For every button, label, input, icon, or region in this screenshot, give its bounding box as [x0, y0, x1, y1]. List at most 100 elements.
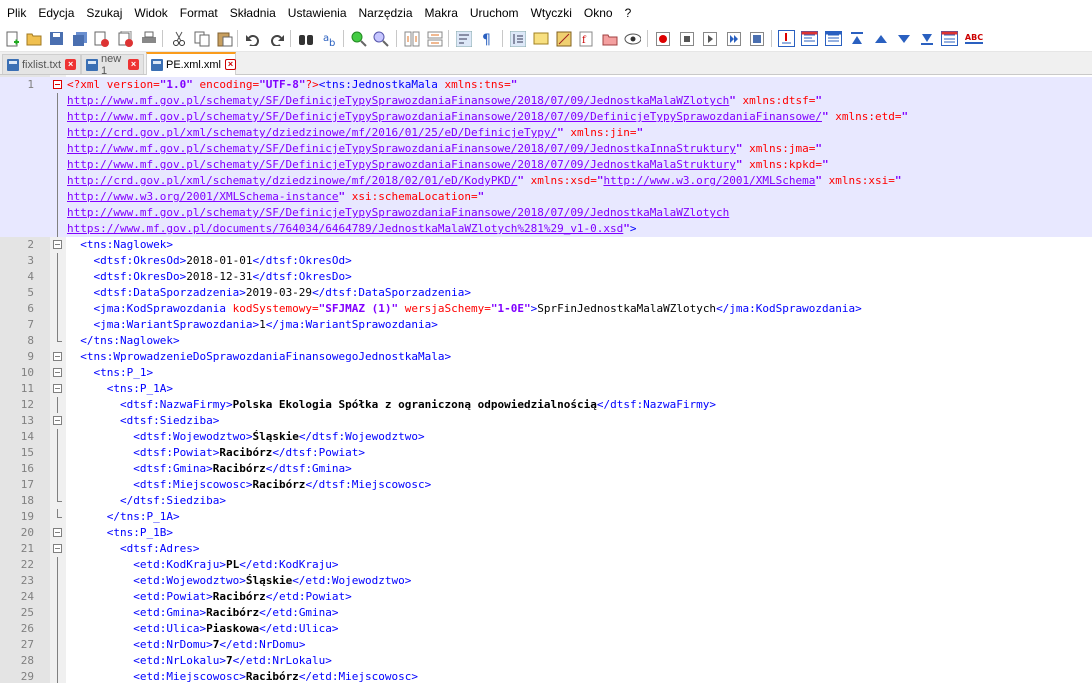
- fold-toggle-icon[interactable]: [53, 384, 62, 393]
- open-file-icon[interactable]: [25, 30, 42, 47]
- code-line[interactable]: 25 <etd:Gmina>Racibórz</etd:Gmina>: [0, 605, 1092, 621]
- code-line[interactable]: 7 <jma:WariantSprawozdania>1</jma:Warian…: [0, 317, 1092, 333]
- paste-icon[interactable]: [216, 30, 233, 47]
- collapse-icon[interactable]: [941, 30, 958, 47]
- go-up-icon[interactable]: [872, 30, 889, 47]
- code-line[interactable]: 2 <tns:Naglowek>: [0, 237, 1092, 253]
- tab-close-icon[interactable]: ×: [225, 59, 236, 70]
- fold-toggle-icon[interactable]: [53, 544, 62, 553]
- code-line[interactable]: 8 </tns:Naglowek>: [0, 333, 1092, 349]
- code-line[interactable]: 19 </tns:P_1A>: [0, 509, 1092, 525]
- code-line[interactable]: 17 <dtsf:Miejscowosc>Racibórz</dtsf:Miej…: [0, 477, 1092, 493]
- fold-toggle-icon[interactable]: [53, 240, 62, 249]
- replace-icon[interactable]: ab: [321, 30, 338, 47]
- go-bottom-icon[interactable]: [918, 30, 935, 47]
- code-line[interactable]: 5 <dtsf:DataSporzadzenia>2019-03-29</dts…: [0, 285, 1092, 301]
- menu-8[interactable]: Makra: [419, 0, 464, 27]
- fold-toggle-icon[interactable]: [53, 80, 62, 89]
- linearize-icon[interactable]: [825, 30, 842, 47]
- tab-pe-xml-xml[interactable]: PE.xml.xml ×: [146, 52, 236, 75]
- close-icon[interactable]: [93, 30, 110, 47]
- tab-fixlist-txt[interactable]: fixlist.txt ×: [2, 54, 81, 74]
- menu-2[interactable]: Szukaj: [80, 0, 128, 27]
- code-line[interactable]: 20 <tns:P_1B>: [0, 525, 1092, 541]
- code-line[interactable]: 4 <dtsf:OkresDo>2018-12-31</dtsf:OkresDo…: [0, 269, 1092, 285]
- code-line[interactable]: 15 <dtsf:Powiat>Racibórz</dtsf:Powiat>: [0, 445, 1092, 461]
- tab-new-1[interactable]: new 1 ×: [81, 53, 144, 77]
- code-line[interactable]: 29 <etd:Miejscowosc>Racibórz</etd:Miejsc…: [0, 669, 1092, 683]
- undo-icon[interactable]: [244, 30, 261, 47]
- code-line[interactable]: http://crd.gov.pl/xml/schematy/dziedzino…: [0, 173, 1092, 189]
- code-line[interactable]: https://www.mf.gov.pl/documents/764034/6…: [0, 221, 1092, 237]
- doc-map-icon[interactable]: [555, 30, 572, 47]
- menu-6[interactable]: Ustawienia: [282, 0, 353, 27]
- show-all-chars-icon[interactable]: ¶: [478, 30, 495, 47]
- code-line[interactable]: http://www.mf.gov.pl/schematy/SF/Definic…: [0, 205, 1092, 221]
- fold-toggle-icon[interactable]: [53, 352, 62, 361]
- code-line[interactable]: http://www.mf.gov.pl/schematy/SF/Definic…: [0, 93, 1092, 109]
- code-line[interactable]: http://www.mf.gov.pl/schematy/SF/Definic…: [0, 109, 1092, 125]
- menu-3[interactable]: Widok: [128, 0, 173, 27]
- menu-0[interactable]: Plik: [0, 0, 32, 27]
- copy-icon[interactable]: [193, 30, 210, 47]
- code-line[interactable]: 22 <etd:KodKraju>PL</etd:KodKraju>: [0, 557, 1092, 573]
- print-icon[interactable]: [140, 30, 157, 47]
- code-line[interactable]: 24 <etd:Powiat>Racibórz</etd:Powiat>: [0, 589, 1092, 605]
- code-line[interactable]: 28 <etd:NrLokalu>7</etd:NrLokalu>: [0, 653, 1092, 669]
- code-line[interactable]: 26 <etd:Ulica>Piaskowa</etd:Ulica>: [0, 621, 1092, 637]
- code-line[interactable]: 10 <tns:P_1>: [0, 365, 1092, 381]
- folder-as-workspace-icon[interactable]: [601, 30, 618, 47]
- code-line[interactable]: 27 <etd:NrDomu>7</etd:NrDomu>: [0, 637, 1092, 653]
- zoom-out-icon[interactable]: [372, 30, 389, 47]
- monitor-icon[interactable]: [624, 30, 641, 47]
- fold-toggle-icon[interactable]: [53, 528, 62, 537]
- menu-7[interactable]: Narzędzia: [353, 0, 419, 27]
- pretty-print-icon[interactable]: [801, 30, 818, 47]
- sync-vertical-icon[interactable]: [403, 30, 420, 47]
- code-line[interactable]: http://crd.gov.pl/xml/schematy/dziedzino…: [0, 125, 1092, 141]
- menu-4[interactable]: Format: [174, 0, 224, 27]
- close-all-icon[interactable]: [117, 30, 134, 47]
- cut-icon[interactable]: [170, 30, 187, 47]
- menu-10[interactable]: Wtyczki: [525, 0, 578, 27]
- code-line[interactable]: 21 <dtsf:Adres>: [0, 541, 1092, 557]
- code-line[interactable]: 1 <?xml version="1.0" encoding="UTF-8"?><…: [0, 77, 1092, 93]
- word-wrap-icon[interactable]: [455, 30, 472, 47]
- indent-guide-icon[interactable]: [509, 30, 526, 47]
- save-macro-icon[interactable]: [748, 30, 765, 47]
- xml-check-icon[interactable]: [778, 30, 795, 47]
- save-icon[interactable]: [48, 30, 65, 47]
- code-line[interactable]: 12 <dtsf:NazwaFirmy>Polska Ekologia Spół…: [0, 397, 1092, 413]
- sync-horizontal-icon[interactable]: [426, 30, 443, 47]
- fold-toggle-icon[interactable]: [53, 368, 62, 377]
- find-icon[interactable]: [297, 30, 314, 47]
- new-file-icon[interactable]: [4, 30, 21, 47]
- code-line[interactable]: http://www.w3.org/2001/XMLSchema-instanc…: [0, 189, 1092, 205]
- tab-close-icon[interactable]: ×: [128, 59, 139, 70]
- editor[interactable]: 1 <?xml version="1.0" encoding="UTF-8"?><…: [0, 75, 1092, 683]
- stop-record-icon[interactable]: [678, 30, 695, 47]
- redo-icon[interactable]: [268, 30, 285, 47]
- code-line[interactable]: 14 <dtsf:Wojewodztwo>Śląskie</dtsf:Wojew…: [0, 429, 1092, 445]
- code-line[interactable]: http://www.mf.gov.pl/schematy/SF/Definic…: [0, 157, 1092, 173]
- tab-close-icon[interactable]: ×: [65, 59, 77, 70]
- menu-12[interactable]: ?: [619, 0, 638, 27]
- zoom-in-icon[interactable]: [350, 30, 367, 47]
- code-line[interactable]: 6 <jma:KodSprawozdania kodSystemowy="SFJ…: [0, 301, 1092, 317]
- spellcheck-icon[interactable]: ABC: [964, 30, 984, 47]
- go-down-icon[interactable]: [895, 30, 912, 47]
- fold-toggle-icon[interactable]: [53, 416, 62, 425]
- menu-9[interactable]: Uruchom: [464, 0, 525, 27]
- play-macro-icon[interactable]: [701, 30, 718, 47]
- code-line[interactable]: 3 <dtsf:OkresOd>2018-01-01</dtsf:OkresOd…: [0, 253, 1092, 269]
- go-top-icon[interactable]: [848, 30, 865, 47]
- record-macro-icon[interactable]: [654, 30, 671, 47]
- code-line[interactable]: 23 <etd:Wojewodztwo>Śląskie</etd:Wojewod…: [0, 573, 1092, 589]
- run-macro-multiple-icon[interactable]: [725, 30, 742, 47]
- code-line[interactable]: 11 <tns:P_1A>: [0, 381, 1092, 397]
- code-line[interactable]: http://www.mf.gov.pl/schematy/SF/Definic…: [0, 141, 1092, 157]
- menu-11[interactable]: Okno: [578, 0, 619, 27]
- menu-5[interactable]: Składnia: [224, 0, 282, 27]
- code-line[interactable]: 13 <dtsf:Siedziba>: [0, 413, 1092, 429]
- menu-1[interactable]: Edycja: [32, 0, 80, 27]
